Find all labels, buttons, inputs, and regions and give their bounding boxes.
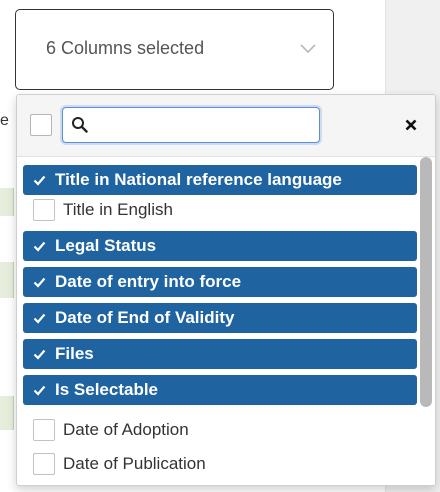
close-button[interactable] bbox=[400, 113, 424, 137]
option-title-english[interactable]: Title in English bbox=[23, 195, 417, 225]
option-date-of-publication[interactable]: Date of Publication bbox=[23, 449, 417, 479]
dropdown-header bbox=[17, 95, 435, 157]
option-date-entry-into-force[interactable]: Date of entry into force bbox=[23, 267, 417, 297]
option-checkbox[interactable] bbox=[33, 453, 55, 475]
columns-select-label: 6 Columns selected bbox=[46, 38, 205, 58]
chevron-down-icon bbox=[300, 44, 316, 54]
option-label: Date of End of Validity bbox=[55, 308, 235, 327]
option-title-national[interactable]: Title in National reference language bbox=[23, 165, 417, 195]
search-input[interactable] bbox=[95, 112, 315, 138]
background-chip bbox=[0, 396, 14, 430]
option-files[interactable]: Files bbox=[23, 339, 417, 369]
option-label: Date of entry into force bbox=[55, 272, 242, 291]
checkmark-icon bbox=[33, 349, 46, 360]
close-icon bbox=[405, 119, 417, 131]
option-label: Is Selectable bbox=[55, 380, 159, 399]
option-date-of-adoption[interactable]: Date of Adoption bbox=[23, 415, 417, 445]
option-label: Title in English bbox=[63, 200, 173, 219]
background-chip bbox=[0, 262, 14, 298]
select-all-checkbox[interactable] bbox=[30, 114, 52, 136]
option-checkbox[interactable] bbox=[33, 419, 55, 441]
checkmark-icon bbox=[33, 241, 46, 252]
option-label: Date of Publication bbox=[63, 454, 206, 473]
option-checkbox[interactable] bbox=[33, 199, 55, 221]
checkmark-icon bbox=[33, 277, 46, 288]
option-label: Legal Status bbox=[55, 236, 157, 255]
scrollbar-thumb[interactable] bbox=[420, 157, 432, 407]
columns-dropdown: Title in National reference language Tit… bbox=[16, 94, 436, 486]
background-partial-text: e bbox=[0, 112, 9, 129]
columns-select-button[interactable]: 6 Columns selected bbox=[15, 9, 334, 90]
option-is-selectable[interactable]: Is Selectable bbox=[23, 375, 417, 405]
background-chip bbox=[0, 188, 14, 216]
page: e 6 Columns selected Title in National r… bbox=[0, 0, 440, 492]
option-label: Files bbox=[55, 344, 94, 363]
checkmark-icon bbox=[33, 175, 46, 186]
checkmark-icon bbox=[33, 313, 46, 324]
option-label: Date of Adoption bbox=[63, 420, 189, 439]
search-icon bbox=[72, 117, 88, 133]
search-box[interactable] bbox=[62, 107, 320, 143]
option-date-end-of-validity[interactable]: Date of End of Validity bbox=[23, 303, 417, 333]
option-label: Title in National reference language bbox=[55, 170, 342, 189]
option-legal-status[interactable]: Legal Status bbox=[23, 231, 417, 261]
option-list: Title in National reference language Tit… bbox=[23, 165, 419, 485]
checkmark-icon bbox=[33, 385, 46, 396]
